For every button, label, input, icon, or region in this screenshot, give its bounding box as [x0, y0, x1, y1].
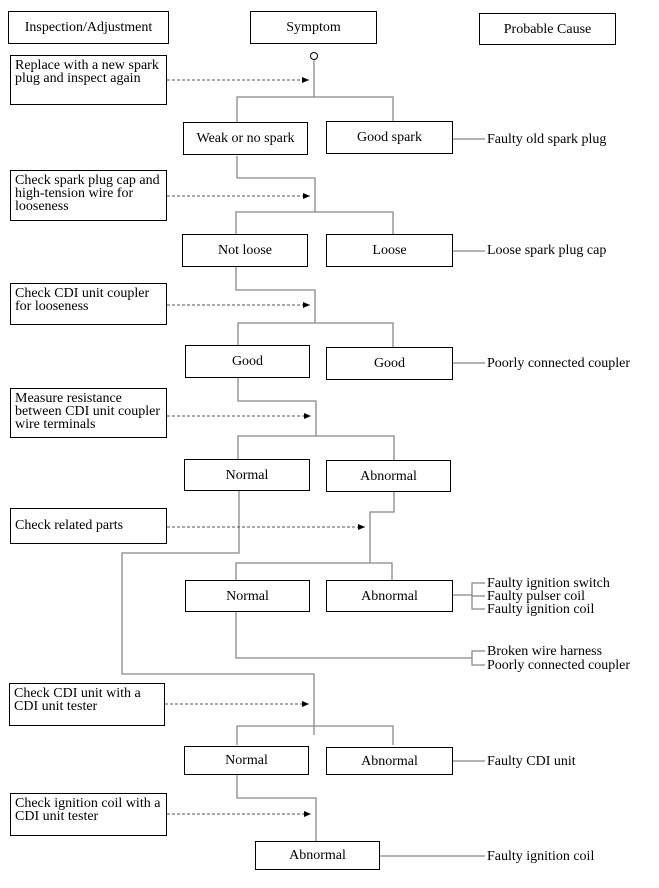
symptom-label: Abnormal	[360, 468, 417, 484]
cause-faulty-ignition-coil: Faulty ignition coil	[487, 602, 595, 617]
step-text: Check related parts	[15, 518, 124, 533]
symptom-label: Good	[231, 354, 264, 369]
header-inspection-label: Inspection/Adjustment	[24, 20, 153, 35]
symptom-coil-abnormal: Abnormal	[255, 841, 380, 870]
step-text: Measure resistance between CDI unit coup…	[15, 391, 161, 432]
symptom-label: Abnormal	[361, 588, 418, 604]
step-replace-spark-plug: Replace with a new spark plug and inspec…	[10, 55, 167, 105]
symptom-related-normal: Normal	[185, 580, 310, 612]
step-text: Replace with a new spark plug and inspec…	[15, 58, 159, 86]
symptom-coupler-good-left: Good	[185, 345, 310, 378]
symptom-label: Weak or no spark	[196, 131, 295, 146]
symptom-label: Good spark	[357, 130, 422, 145]
symptom-resistance-normal: Normal	[184, 459, 310, 491]
symptom-weak-no-spark: Weak or no spark	[183, 122, 308, 155]
header-cause-label: Probable Cause	[503, 21, 592, 37]
symptom-resistance-abnormal: Abnormal	[326, 460, 451, 492]
symptom-loose: Loose	[326, 234, 453, 267]
cause-poorly-connected-coupler: Poorly connected coupler	[487, 356, 631, 371]
header-cause: Probable Cause	[479, 13, 616, 45]
header-inspection: Inspection/Adjustment	[8, 11, 169, 44]
symptom-cdi-normal: Normal	[184, 746, 309, 775]
step-check-plug-cap: Check spark plug cap and high-tension wi…	[10, 170, 167, 221]
symptom-label: Normal	[226, 588, 269, 604]
step-measure-resistance: Measure resistance between CDI unit coup…	[10, 388, 167, 438]
cause-broken-wire-harness: Broken wire harness	[487, 644, 603, 659]
step-check-cdi-unit: Check CDI unit with a CDI unit tester	[9, 683, 165, 726]
step-text: Check ignition coil with a CDI unit test…	[15, 796, 161, 824]
symptom-label: Abnormal	[289, 848, 346, 863]
symptom-label: Normal	[225, 753, 268, 768]
cause-poorly-connected-coupler-2: Poorly connected coupler	[487, 658, 631, 673]
symptom-related-abnormal: Abnormal	[326, 580, 453, 612]
symptom-good-spark: Good spark	[326, 121, 453, 154]
symptom-cdi-abnormal: Abnormal	[326, 747, 453, 775]
symptom-label: Good	[373, 356, 406, 371]
start-node	[310, 52, 318, 60]
symptom-label: Abnormal	[361, 753, 418, 769]
symptom-label: Loose	[372, 243, 407, 258]
step-check-ignition-coil: Check ignition coil with a CDI unit test…	[10, 793, 167, 836]
cause-faulty-cdi-unit: Faulty CDI unit	[487, 754, 576, 769]
header-symptom: Symptom	[250, 11, 377, 44]
header-symptom-label: Symptom	[286, 20, 341, 35]
cause-faulty-old-spark-plug: Faulty old spark plug	[487, 132, 607, 147]
step-check-cdi-coupler: Check CDI unit coupler for looseness	[10, 283, 167, 325]
step-check-related-parts: Check related parts	[10, 508, 167, 544]
cause-faulty-ignition-coil-2: Faulty ignition coil	[487, 849, 595, 864]
symptom-label: Normal	[225, 467, 269, 483]
step-text: Check CDI unit with a CDI unit tester	[14, 686, 141, 714]
symptom-coupler-good-right: Good	[326, 347, 453, 380]
step-text: Check CDI unit coupler for looseness	[15, 286, 150, 314]
symptom-label: Not loose	[217, 243, 273, 258]
cause-loose-spark-plug-cap: Loose spark plug cap	[487, 243, 607, 258]
step-text: Check spark plug cap and high-tension wi…	[15, 173, 160, 214]
symptom-not-loose: Not loose	[182, 234, 308, 267]
